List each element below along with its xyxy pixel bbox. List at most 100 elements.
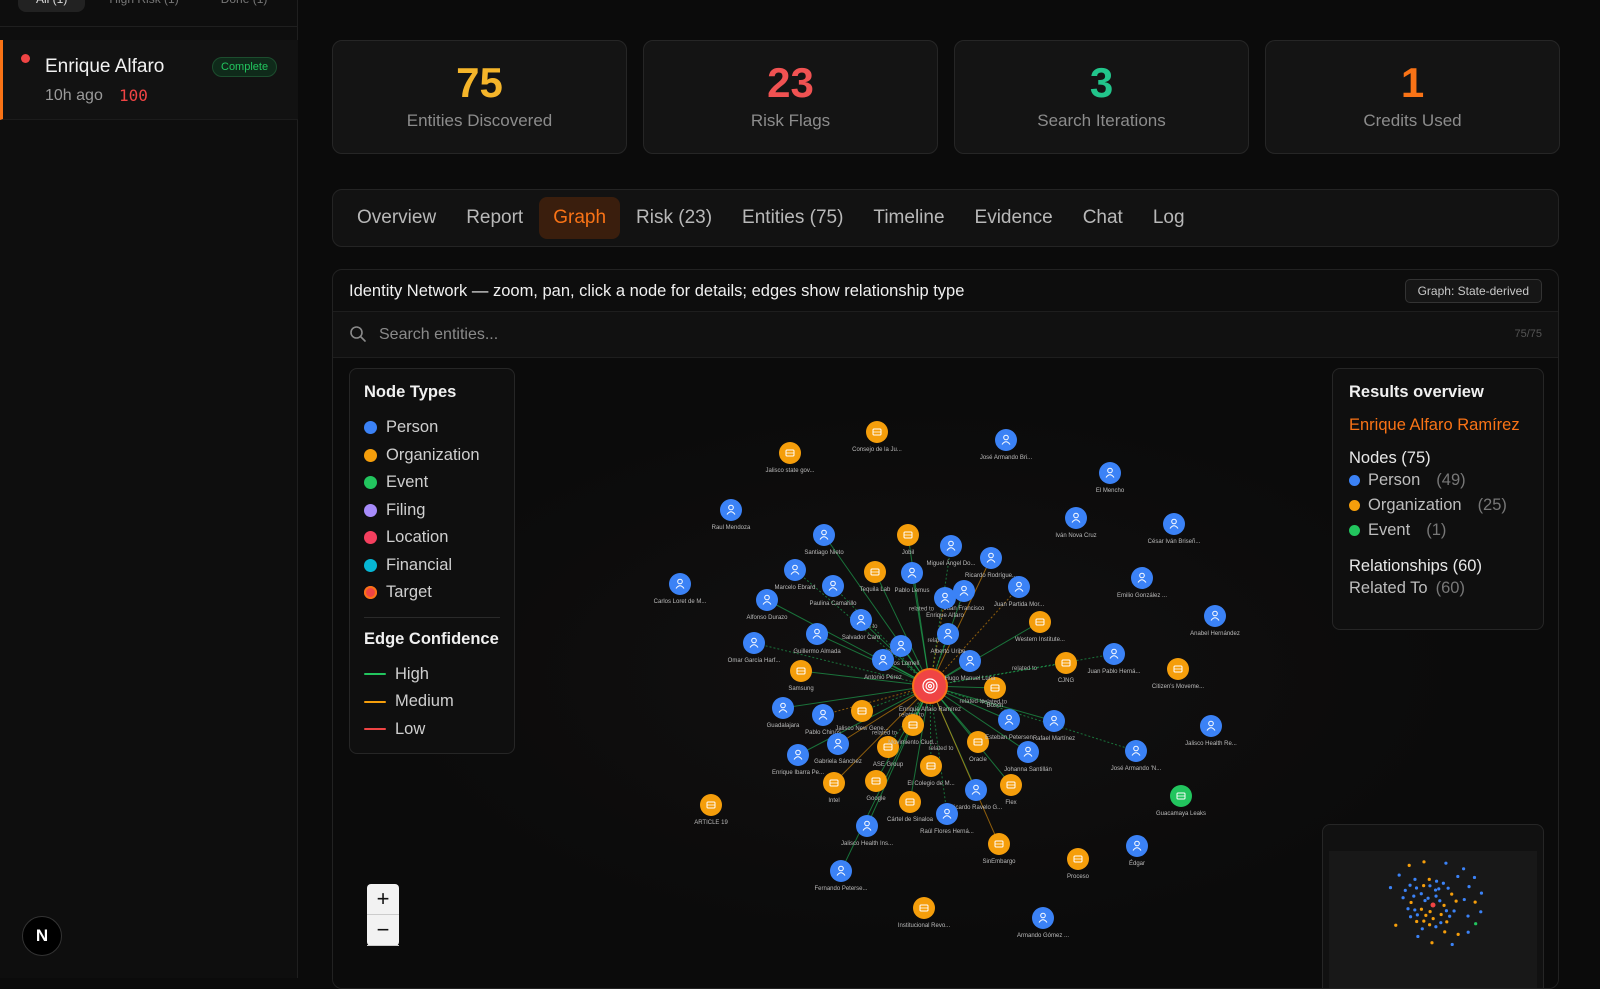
tab-log[interactable]: Log [1139, 197, 1199, 239]
graph-node-org[interactable]: CJNG [1055, 652, 1077, 684]
stat-label: Entities Discovered [406, 111, 553, 130]
tab-overview[interactable]: Overview [343, 197, 450, 239]
minimap-node [1448, 914, 1452, 918]
graph-node-person[interactable]: Armando Gómez ... [1017, 907, 1069, 939]
graph-node-person[interactable]: Pablo Lemus [894, 562, 930, 594]
node-label: José Armando Bri... [980, 455, 1033, 461]
node-label: Miguel Ángel Do... [926, 560, 975, 567]
tab-timeline[interactable]: Timeline [859, 197, 958, 239]
legend-label: Medium [395, 692, 454, 711]
graph-node-org[interactable]: Institucional Revo... [898, 897, 951, 929]
node-label: Santiago Nieto [804, 550, 844, 556]
graph-node-org[interactable]: Cártel de Sinaloa [887, 791, 934, 823]
graph-node-person[interactable]: Miguel Ángel Do... [926, 535, 976, 567]
graph-node-org[interactable]: Samsung [788, 660, 814, 692]
minimap-viewport[interactable] [1329, 851, 1537, 988]
stat-label: Credits Used [1363, 111, 1462, 130]
graph-node-org[interactable]: ARTICLE 19 [694, 794, 728, 826]
status-badge: Complete [212, 57, 278, 77]
minimap-node [1415, 919, 1419, 924]
graph-node-org[interactable]: Proceso [1067, 848, 1090, 880]
graph-node-person[interactable]: Jalisco Health Re... [1185, 715, 1237, 747]
graph-node-org[interactable]: Tequila Lab [860, 561, 891, 593]
graph-node-org[interactable]: Intel [823, 772, 845, 804]
graph-node-person[interactable]: Iván Nova Cruz [1055, 507, 1097, 539]
node-label: El Colegio de M... [907, 781, 955, 787]
graph-canvas[interactable]: related to related to related to related to… [333, 358, 1558, 988]
tab-entities[interactable]: Entities (75) [728, 197, 857, 239]
tab-risk[interactable]: Risk (23) [622, 197, 726, 239]
graph-node-person[interactable]: Carlos Loret de M... [654, 573, 707, 605]
graph-node-person[interactable]: Guillermo Almada [793, 623, 841, 655]
node-label: Jalisco state gov... [766, 468, 815, 474]
graph-node-person[interactable]: Juan Partida Mor... [994, 576, 1045, 608]
graph-node-person[interactable]: José Armando 'N... [1111, 740, 1162, 772]
tab-evidence[interactable]: Evidence [961, 197, 1067, 239]
node-label: El Mencho [1096, 488, 1125, 494]
graph-node-org[interactable]: Citizen's Moveme... [1152, 658, 1204, 690]
stat-label: Risk Flags [750, 111, 831, 130]
minimap-node [1442, 903, 1446, 907]
graph-node-person[interactable]: Fernando Peterse... [814, 860, 868, 892]
search-icon [350, 326, 366, 342]
app-logo-button[interactable]: N [22, 916, 62, 956]
graph-node-org[interactable]: Jobil [897, 524, 919, 556]
filter-done[interactable]: Done (1) [203, 0, 286, 12]
node-label: Jalisco New Gene... [835, 726, 889, 732]
graph-minimap[interactable] [1322, 824, 1544, 988]
case-card[interactable]: Enrique Alfaro Complete 10h ago 100 [0, 40, 298, 120]
graph-node-person[interactable]: Santiago Nieto [804, 524, 844, 556]
zoom-in-button[interactable]: + [367, 884, 399, 915]
graph-node-org[interactable]: SinEmbargo [982, 833, 1016, 865]
filter-high-risk[interactable]: High Risk (1) [91, 0, 196, 12]
graph-node-org[interactable]: Flex [1000, 774, 1022, 806]
graph-node-person[interactable]: Esteban Petersen [985, 709, 1033, 741]
graph-node-person[interactable]: Raul Mendoza [712, 499, 751, 531]
graph-node-person[interactable]: Gabriela Sánchez [814, 733, 862, 765]
node-label: Enrique Alfaro Ramírez [899, 707, 961, 713]
tab-bar: Overview Report Graph Risk (23) Entities… [332, 189, 1559, 247]
legend-label: Financial [386, 555, 453, 574]
overview-target-name[interactable]: Enrique Alfaro Ramírez [1349, 416, 1527, 435]
graph-node-person[interactable]: Juan Pablo Herná... [1087, 643, 1141, 675]
filing-dot-icon [364, 503, 377, 517]
graph-node-person[interactable]: Édgar [1126, 835, 1148, 867]
target-dot-icon [364, 586, 377, 600]
filter-all[interactable]: All (1) [18, 0, 86, 12]
minimap-node [1466, 930, 1470, 934]
zoom-out-button[interactable]: − [367, 915, 399, 946]
graph-node-person[interactable]: El Mencho [1096, 462, 1125, 494]
graph-node-person[interactable]: Johanna Santillán [1004, 741, 1052, 773]
edge-label: related to [929, 746, 955, 752]
tab-chat[interactable]: Chat [1069, 197, 1137, 239]
tab-graph[interactable]: Graph [539, 197, 621, 239]
graph-node-org[interactable]: Consejo de la Ju... [852, 421, 902, 453]
graph-node-person[interactable]: Jalisco Health Ins... [841, 815, 893, 847]
tab-report[interactable]: Report [452, 197, 537, 239]
graph-node-org[interactable]: Jalisco New Gene... [835, 700, 889, 732]
node-circle[interactable] [912, 668, 948, 704]
graph-node-person[interactable]: Omar García Harf... [728, 632, 781, 664]
graph-node-person[interactable]: Guadalajara [767, 697, 800, 729]
risk-score: 100 [119, 86, 148, 105]
graph-node-org[interactable]: Jalisco state gov... [766, 442, 815, 474]
graph-node-person[interactable]: Paulina Camarillo [809, 575, 857, 607]
graph-node-person[interactable]: Rafael Martínez [1033, 710, 1075, 742]
graph-node-org[interactable]: El Colegio de M... [907, 755, 955, 787]
minimap-node [1450, 892, 1454, 896]
graph-node-person[interactable]: Ricardo Ravelo G... [950, 779, 1003, 811]
graph-node-org[interactable]: Google [865, 770, 887, 802]
graph-node-person[interactable]: Emilio González ... [1117, 567, 1167, 599]
person-dot-icon [1349, 475, 1360, 486]
graph-node-org[interactable]: Western Institute... [1015, 611, 1065, 643]
graph-node-event[interactable]: Guacamaya Leaks [1156, 785, 1206, 817]
search-input[interactable] [379, 321, 1379, 349]
graph-node-person[interactable]: José Armando Bri... [980, 429, 1033, 461]
graph-node-person[interactable]: César Iván Briseñ... [1148, 513, 1201, 545]
minimap-node [1444, 909, 1449, 913]
graph-node-person[interactable]: Anabel Hernández [1190, 605, 1240, 637]
graph-node-person[interactable]: Marcelo Ebrard [774, 559, 816, 591]
minimap-node [1454, 899, 1458, 903]
minimap-node [1408, 915, 1413, 919]
graph-node-person[interactable]: Alfonso Durazo [746, 589, 788, 621]
